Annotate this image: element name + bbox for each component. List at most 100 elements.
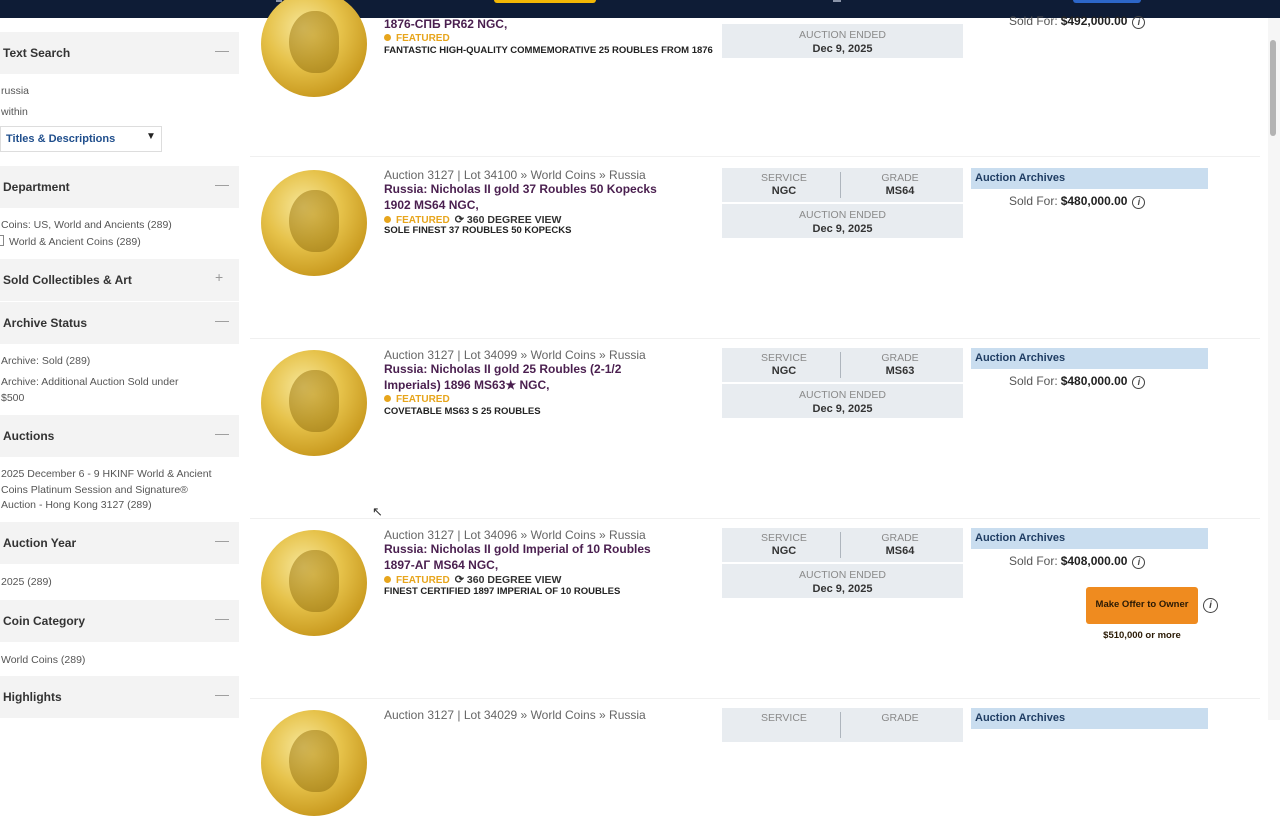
facet-header-department[interactable]: Department — bbox=[0, 166, 239, 208]
facet-option[interactable]: 2025 December 6 - 9 HKINF World & Ancien… bbox=[1, 467, 221, 514]
search-query-value[interactable]: russia bbox=[1, 84, 231, 100]
grade-value: MS63 bbox=[885, 365, 915, 377]
facet-header-highlights[interactable]: Highlights — bbox=[0, 676, 239, 718]
360-view-label: 360 DEGREE VIEW bbox=[466, 574, 562, 586]
facet-option-label: World & Ancient Coins (289) bbox=[9, 236, 141, 248]
facet-option[interactable]: Archive: Sold (289) bbox=[1, 354, 231, 370]
auction-ended-box: AUCTION ENDED Dec 9, 2025 bbox=[722, 204, 963, 238]
collapse-icon[interactable]: — bbox=[215, 42, 229, 58]
mouse-cursor-icon: ↖ bbox=[372, 504, 383, 519]
facet-option[interactable]: Coins: US, World and Ancients (289) bbox=[1, 218, 231, 234]
facet-header-archive-status[interactable]: Archive Status — bbox=[0, 302, 239, 344]
coin-eagle-motif bbox=[289, 11, 339, 73]
facet-header-sold-collectibles[interactable]: Sold Collectibles & Art + bbox=[0, 259, 239, 301]
nav-highlight-button[interactable] bbox=[494, 0, 596, 3]
facet-option[interactable]: Archive: Additional Auction Sold under $… bbox=[1, 375, 201, 406]
result-divider bbox=[250, 698, 1260, 699]
facet-option[interactable]: 2025 (289) bbox=[1, 575, 231, 591]
service-label: SERVICE bbox=[761, 172, 807, 184]
info-icon[interactable]: i bbox=[1132, 376, 1146, 389]
info-icon[interactable]: i bbox=[1132, 556, 1146, 569]
collapse-icon[interactable]: — bbox=[215, 532, 229, 548]
nav-account-button[interactable] bbox=[1073, 0, 1141, 3]
nav-item-indicator[interactable] bbox=[833, 0, 841, 2]
lot-title-link[interactable]: Russia: Nicholas II gold Imperial of 10 … bbox=[384, 542, 669, 573]
chevron-down-icon: ▼ bbox=[146, 131, 156, 142]
lot-title-link[interactable]: Russia: Nicholas II gold 37 Roubles 50 K… bbox=[384, 182, 669, 213]
sold-for: Sold For: $492,000.00 i bbox=[1009, 14, 1146, 29]
collapse-icon[interactable]: — bbox=[215, 312, 229, 328]
collapse-icon[interactable]: — bbox=[215, 425, 229, 441]
featured-dot-icon bbox=[384, 216, 391, 223]
page-scrollbar[interactable] bbox=[1268, 18, 1280, 720]
auction-ended-box: AUCTION ENDED Dec 9, 2025 bbox=[722, 384, 963, 418]
auction-archives-label: Auction Archives bbox=[975, 712, 1066, 724]
collapse-icon[interactable]: — bbox=[215, 610, 229, 626]
info-icon[interactable]: i bbox=[1203, 598, 1218, 613]
coin-portrait-motif bbox=[289, 190, 339, 252]
collapse-icon[interactable]: — bbox=[215, 176, 229, 192]
auction-archives-label: Auction Archives bbox=[975, 172, 1066, 184]
coin-image[interactable] bbox=[261, 350, 367, 456]
facet-header-coin-category[interactable]: Coin Category — bbox=[0, 600, 239, 642]
sold-for-label: Sold For: bbox=[1009, 14, 1058, 28]
search-scope-select[interactable]: Titles & Descriptions ▼ bbox=[0, 126, 162, 152]
auction-archives-tag[interactable]: Auction Archives bbox=[971, 708, 1208, 729]
lot-description: FINEST CERTIFIED 1897 IMPERIAL OF 10 ROU… bbox=[384, 586, 621, 597]
auction-archives-tag[interactable]: Auction Archives bbox=[971, 348, 1208, 369]
lot-breadcrumb[interactable]: Auction 3127 | Lot 34100 » World Coins »… bbox=[384, 168, 646, 182]
sold-price: $492,000.00 bbox=[1060, 14, 1128, 28]
service-value: NGC bbox=[771, 185, 797, 197]
service-label: SERVICE bbox=[761, 712, 807, 724]
grade-label: GRADE bbox=[881, 352, 919, 364]
auction-ended-label: AUCTION ENDED bbox=[799, 569, 886, 581]
result-divider bbox=[250, 156, 1260, 157]
grade-value: MS64 bbox=[885, 545, 915, 557]
facet-option-checkbox[interactable]: World & Ancient Coins (289) bbox=[0, 235, 230, 251]
service-value: NGC bbox=[771, 545, 797, 557]
featured-badge: FEATURED bbox=[384, 33, 450, 44]
lot-description: SOLE FINEST 37 ROUBLES 50 KOPECKS bbox=[384, 225, 572, 236]
facet-title: Auction Year bbox=[3, 536, 77, 550]
grade-label: GRADE bbox=[881, 532, 919, 544]
featured-dot-icon bbox=[384, 34, 391, 41]
collapse-icon[interactable]: — bbox=[215, 686, 229, 702]
info-icon[interactable]: i bbox=[1132, 16, 1146, 29]
coin-portrait-motif bbox=[289, 370, 339, 432]
facet-option[interactable]: World Coins (289) bbox=[1, 653, 231, 669]
coin-image[interactable] bbox=[261, 0, 367, 97]
make-offer-label: Make Offer to Owner $510,000 or more bbox=[1086, 587, 1198, 643]
lot-title-link[interactable]: Russia: Nicholas II gold 25 Roubles (2-1… bbox=[384, 362, 669, 393]
result-divider bbox=[250, 518, 1260, 519]
service-grade-box: SERVICE NGC GRADE MS64 bbox=[722, 168, 963, 202]
facet-title: Highlights bbox=[3, 690, 62, 704]
facet-header-auctions[interactable]: Auctions — bbox=[0, 415, 239, 457]
lot-title-link[interactable]: 1876-СПБ PR62 NGC, bbox=[384, 17, 669, 33]
auction-ended-label: AUCTION ENDED bbox=[799, 389, 886, 401]
coin-image[interactable] bbox=[261, 170, 367, 276]
within-label: within bbox=[1, 106, 28, 118]
coin-image[interactable] bbox=[261, 710, 367, 816]
service-grade-box: SERVICE NGC GRADE MS64 bbox=[722, 528, 963, 562]
make-offer-line1: Make Offer to Owner bbox=[1095, 599, 1189, 610]
lot-breadcrumb[interactable]: Auction 3127 | Lot 34099 » World Coins »… bbox=[384, 348, 646, 362]
sold-price: $408,000.00 bbox=[1060, 554, 1128, 568]
scrollbar-thumb[interactable] bbox=[1270, 40, 1276, 136]
checkbox-icon[interactable] bbox=[0, 235, 4, 246]
facet-header-text-search[interactable]: Text Search — bbox=[0, 32, 239, 74]
facet-header-auction-year[interactable]: Auction Year — bbox=[0, 522, 239, 564]
auction-archives-tag[interactable]: Auction Archives bbox=[971, 528, 1208, 549]
info-icon[interactable]: i bbox=[1132, 196, 1146, 209]
rotate-icon: ⟳ bbox=[454, 574, 464, 586]
service-label: SERVICE bbox=[761, 352, 807, 364]
make-offer-button[interactable]: Make Offer to Owner $510,000 or more bbox=[1086, 587, 1198, 641]
360-view-link[interactable]: ⟳ 360 DEGREE VIEW bbox=[455, 574, 562, 586]
auction-ended-date: Dec 9, 2025 bbox=[812, 583, 873, 595]
service-label: SERVICE bbox=[761, 532, 807, 544]
auction-archives-tag[interactable]: Auction Archives bbox=[971, 168, 1208, 189]
lot-description: COVETABLE MS63 S 25 ROUBLES bbox=[384, 406, 541, 417]
expand-icon[interactable]: + bbox=[215, 269, 223, 285]
featured-badge: FEATURED bbox=[384, 394, 450, 405]
lot-breadcrumb[interactable]: Auction 3127 | Lot 34096 » World Coins »… bbox=[384, 528, 646, 542]
coin-image[interactable] bbox=[261, 530, 367, 636]
